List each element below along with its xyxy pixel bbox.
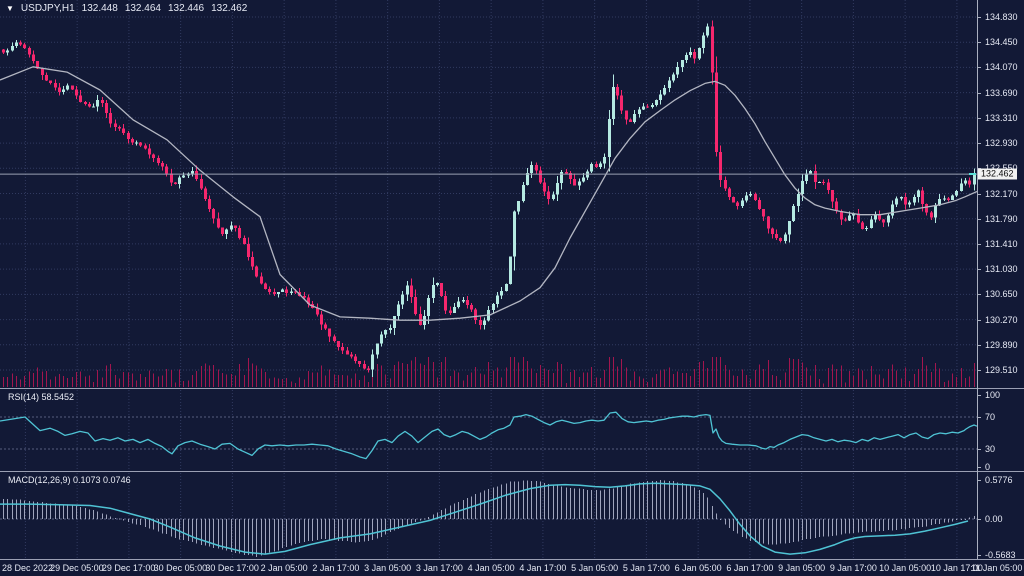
time-tick-label: 6 Jan 17:00 — [726, 563, 773, 573]
macd-label: MACD(12,26,9) 0.1073 0.0746 — [8, 475, 131, 485]
rsi-label: RSI(14) 58.5452 — [8, 392, 74, 402]
price-tick-label: 131.790 — [985, 214, 1018, 224]
symbol-timeframe-label: USDJPY,H1 — [21, 3, 75, 14]
price-tick-label: 131.410 — [985, 239, 1018, 249]
quote-open: 132.448 — [82, 3, 118, 14]
time-tick-label: 28 Dec 2022 — [2, 563, 53, 573]
time-tick-label: 30 Dec 17:00 — [205, 563, 259, 573]
rsi-tick-label: 100 — [985, 390, 1000, 400]
quote-close: 132.462 — [211, 3, 247, 14]
time-tick-label: 5 Jan 17:00 — [623, 563, 670, 573]
panel-separator[interactable] — [0, 388, 1024, 389]
time-tick-label: 4 Jan 17:00 — [519, 563, 566, 573]
price-tick-label: 133.310 — [985, 113, 1018, 123]
price-tick-label: 132.170 — [985, 189, 1018, 199]
main-price-chart[interactable] — [0, 0, 978, 389]
time-tick-label: 11 Jan 05:00 — [971, 563, 1022, 573]
panel-separator — [0, 559, 1024, 560]
time-tick-label: 3 Jan 17:00 — [416, 563, 463, 573]
price-tick-label: 133.690 — [985, 88, 1018, 98]
price-tick-label: 130.270 — [985, 315, 1018, 325]
price-tick-label: 129.890 — [985, 340, 1018, 350]
time-tick-label: 4 Jan 05:00 — [468, 563, 515, 573]
time-tick-label: 30 Dec 05:00 — [154, 563, 208, 573]
macd-indicator-panel[interactable] — [0, 473, 978, 559]
price-tick-label: 134.070 — [985, 62, 1018, 72]
time-tick-label: 3 Jan 05:00 — [364, 563, 411, 573]
time-tick-label: 29 Dec 17:00 — [102, 563, 156, 573]
rsi-tick-label: 70 — [985, 412, 995, 422]
price-tick-label: 131.030 — [985, 264, 1018, 274]
time-tick-label: 29 Dec 05:00 — [50, 563, 104, 573]
time-tick-label: 2 Jan 17:00 — [312, 563, 359, 573]
time-tick-label: 10 Jan 05:00 — [879, 563, 931, 573]
quote-low: 132.446 — [168, 3, 204, 14]
quote-high: 132.464 — [125, 3, 161, 14]
rsi-indicator-panel[interactable] — [0, 390, 978, 471]
macd-tick-label: 0.5776 — [985, 475, 1013, 485]
price-tick-label: 130.650 — [985, 289, 1018, 299]
rsi-tick-label: 30 — [985, 444, 995, 454]
price-tick-label: 129.510 — [985, 365, 1018, 375]
time-tick-label: 9 Jan 05:00 — [778, 563, 825, 573]
trading-terminal-chart: ▼ USDJPY,H1 132.448 132.464 132.446 132.… — [0, 0, 1024, 576]
current-price-badge: 132.462 — [978, 169, 1017, 180]
time-tick-label: 5 Jan 05:00 — [571, 563, 618, 573]
symbol-dropdown-icon[interactable]: ▼ — [6, 4, 14, 13]
quote-bar: ▼ USDJPY,H1 132.448 132.464 132.446 132.… — [6, 3, 247, 14]
price-tick-label: 134.450 — [985, 37, 1018, 47]
time-tick-label: 2 Jan 05:00 — [261, 563, 308, 573]
time-tick-label: 6 Jan 05:00 — [675, 563, 722, 573]
current-price-marker-icon — [969, 173, 976, 175]
price-tick-label: 132.930 — [985, 138, 1018, 148]
price-axis-border — [977, 0, 978, 559]
price-tick-label: 134.830 — [985, 12, 1018, 22]
panel-separator[interactable] — [0, 471, 1024, 472]
macd-tick-label: 0.00 — [985, 514, 1003, 524]
time-tick-label: 9 Jan 17:00 — [830, 563, 877, 573]
